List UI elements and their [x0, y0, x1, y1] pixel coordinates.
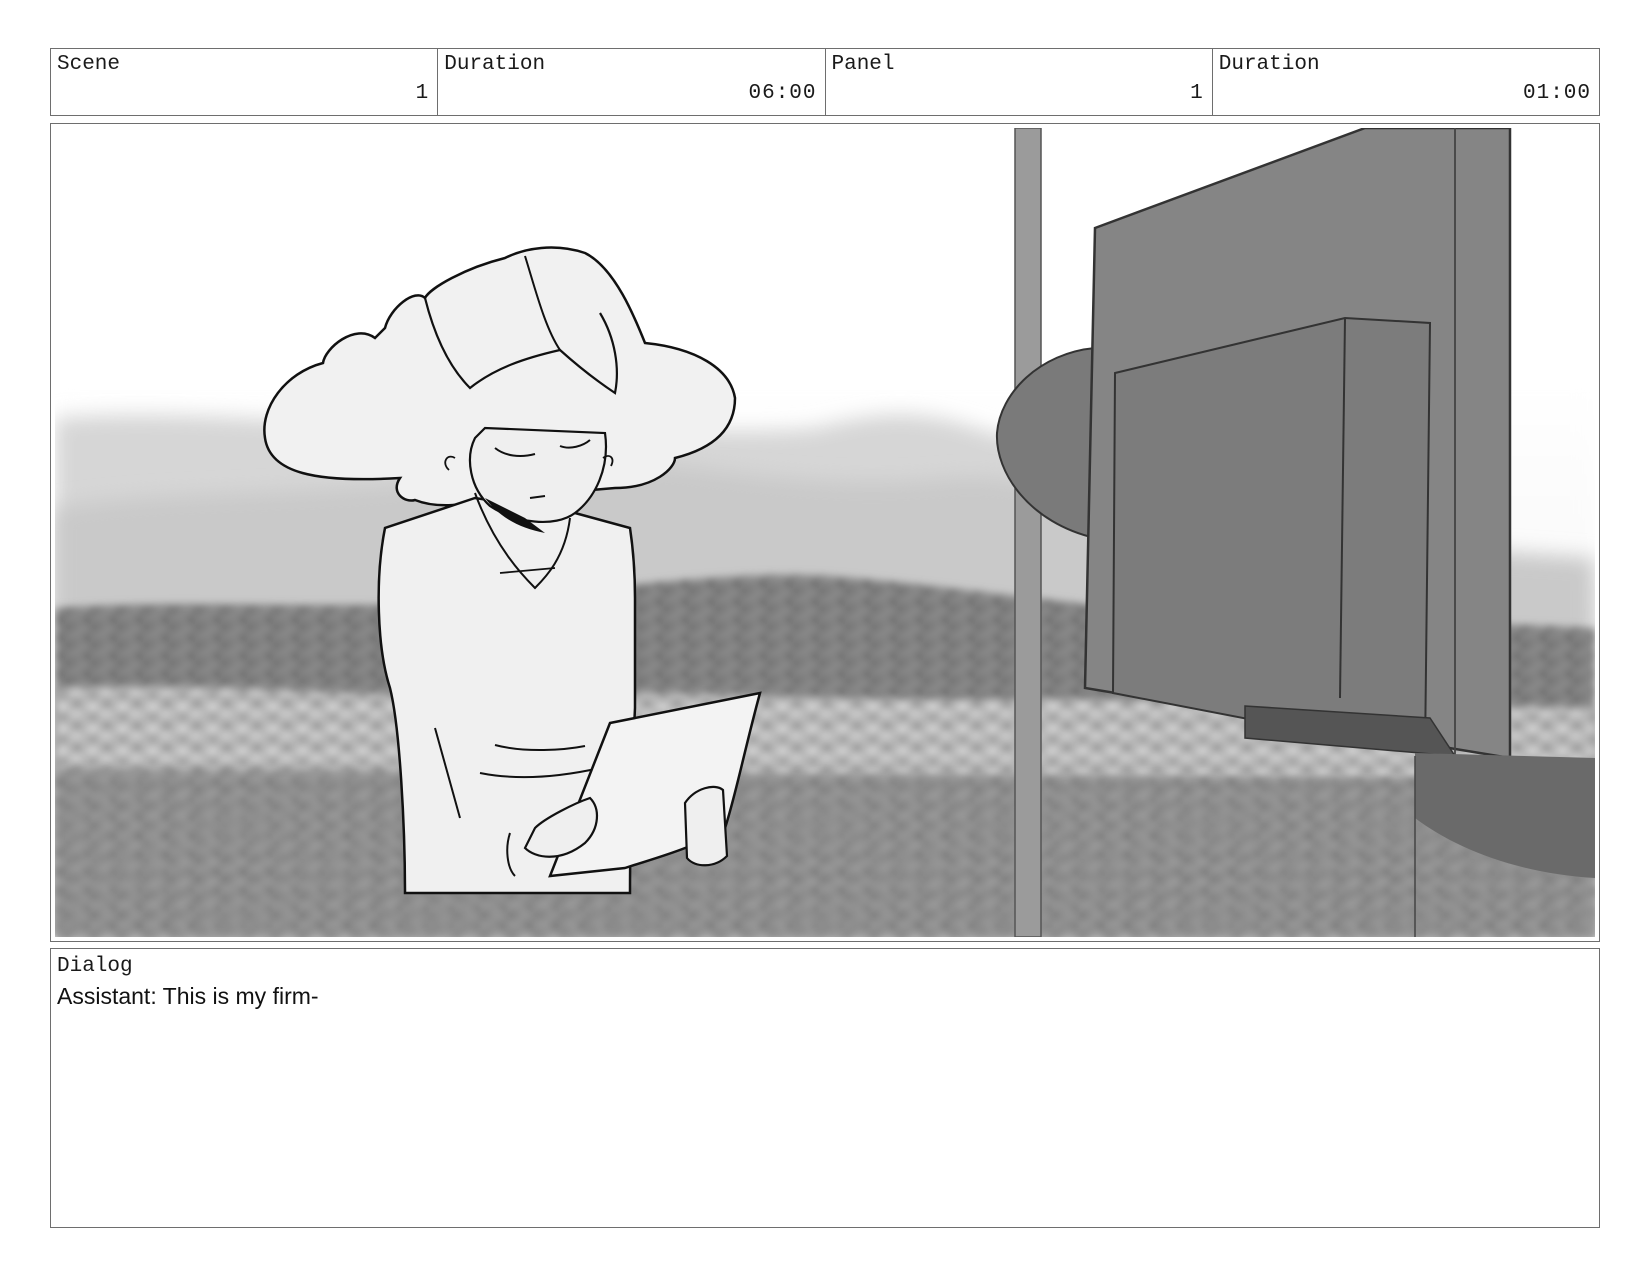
storyboard-header: Scene 1 Duration 06:00 Panel 1 Duration … [50, 48, 1600, 116]
dialog-text: Assistant: This is my firm- [57, 983, 319, 1009]
scene-number: 1 [415, 82, 430, 105]
scene-duration-value: 06:00 [748, 82, 817, 105]
panel-drawing [55, 128, 1595, 937]
dialog-label: Dialog [57, 955, 133, 978]
panel-label: Panel [831, 53, 895, 76]
panel-cell: Panel 1 [826, 49, 1213, 115]
scene-cell: Scene 1 [51, 49, 439, 115]
scene-duration-cell: Duration 06:00 [438, 49, 826, 115]
scene-duration-label: Duration [444, 53, 546, 76]
scene-label: Scene [57, 53, 121, 76]
panel-duration-value: 01:00 [1522, 82, 1591, 105]
panel-duration-label: Duration [1218, 53, 1320, 76]
panel-number: 1 [1190, 82, 1204, 105]
storyboard-panel [50, 123, 1600, 942]
dialog-box: Dialog Assistant: This is my firm- [50, 948, 1600, 1228]
panel-duration-cell: Duration 01:00 [1213, 49, 1599, 115]
